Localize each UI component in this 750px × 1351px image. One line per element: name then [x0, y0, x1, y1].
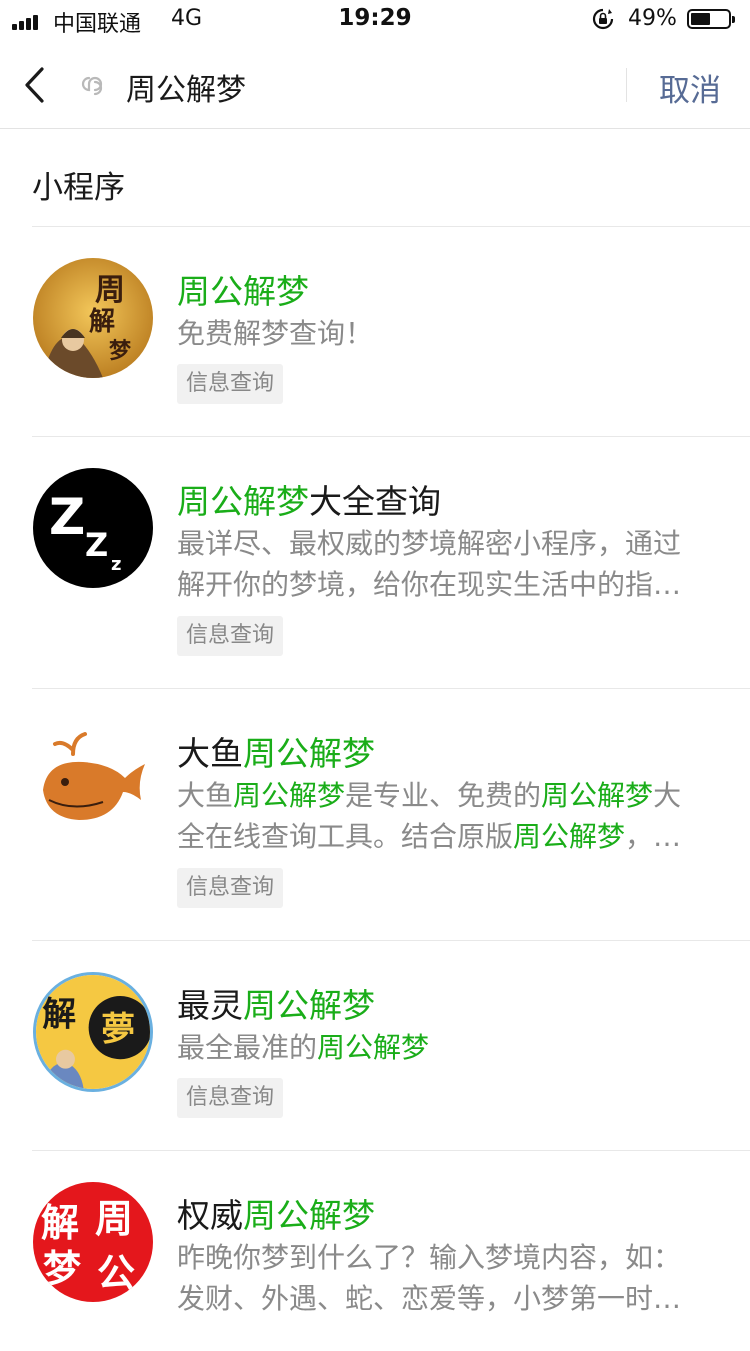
zhougong-portrait-logo: 周 解 梦: [33, 258, 153, 378]
item-description: 最全最准的周公解梦: [177, 1031, 430, 1064]
red-seal-logo: 解 周 梦 公: [33, 1182, 153, 1302]
category-tag: 信息查询: [177, 364, 284, 404]
svg-text:Z: Z: [85, 526, 108, 564]
item-description: 大鱼周公解梦是专业、免费的周公解梦大 全在线查询工具。结合原版周公解梦，…: [177, 779, 682, 853]
category-tag: 信息查询: [177, 616, 284, 656]
avatar-char: 梦: [43, 1246, 81, 1291]
section-title: 小程序: [32, 170, 125, 206]
svg-text:解: 解: [89, 307, 115, 337]
item-title: 最灵周公解梦: [177, 986, 375, 1025]
zzz-sleep-logo: Z Z z: [33, 468, 153, 588]
item-title: 大鱼周公解梦: [177, 734, 375, 773]
rotation-lock-icon: [592, 8, 614, 30]
results-list: 周 解 梦 周公解梦 免费解梦查询！ 信息查询 Z Z z 周公解梦大全查询 最…: [0, 227, 750, 1351]
cancel-button[interactable]: 取消: [659, 65, 721, 110]
item-title: 权威周公解梦: [177, 1196, 375, 1235]
search-navbar: 周公解梦 取消: [0, 40, 750, 129]
svg-text:z: z: [111, 554, 121, 575]
battery-percent: 49%: [628, 6, 677, 31]
status-bar: 中国联通 4G 19:29 49%: [0, 0, 750, 40]
item-title: 周公解梦: [177, 272, 309, 311]
svg-text:周: 周: [95, 273, 125, 308]
battery-icon: [687, 9, 735, 29]
avatar-char: 解: [42, 994, 76, 1034]
svg-text:梦: 梦: [109, 338, 132, 364]
item-title: 周公解梦大全查询: [177, 482, 441, 521]
item-description: 最详尽、最权威的梦境解密小程序，通过 解开你的梦境，给你在现实生活中的指…: [177, 527, 682, 601]
nav-divider: [626, 68, 627, 102]
list-item[interactable]: Z Z z 周公解梦大全查询 最详尽、最权威的梦境解密小程序，通过 解开你的梦境…: [0, 437, 750, 689]
item-description: 免费解梦查询！: [177, 317, 374, 350]
svg-text:Z: Z: [49, 488, 85, 546]
category-tag: 信息查询: [177, 868, 284, 908]
search-input[interactable]: 周公解梦: [126, 65, 246, 109]
category-tag: 信息查询: [177, 1078, 284, 1118]
list-item[interactable]: 解 夢 最灵周公解梦 最全最准的周公解梦 信息查询: [0, 941, 750, 1151]
avatar-char: 周: [95, 1196, 133, 1241]
list-item[interactable]: 大鱼周公解梦 大鱼周公解梦是专业、免费的周公解梦大 全在线查询工具。结合原版周公…: [0, 689, 750, 941]
list-item[interactable]: 解 周 梦 公 权威周公解梦 昨晚你梦到什么了？输入梦境内容，如： 发财、外遇、…: [0, 1151, 750, 1351]
item-description: 昨晚你梦到什么了？输入梦境内容，如： 发财、外遇、蛇、恋爱等，小梦第一时…: [177, 1241, 682, 1315]
avatar-char: 解: [41, 1200, 79, 1245]
avatar-char: 夢: [101, 1008, 135, 1048]
back-arrow-icon[interactable]: [22, 66, 46, 104]
whale-logo: [33, 720, 153, 840]
jie-meng-logo: 解 夢: [33, 972, 153, 1092]
mini-program-icon: [81, 76, 103, 96]
avatar-char: 公: [97, 1250, 135, 1295]
list-item[interactable]: 周 解 梦 周公解梦 免费解梦查询！ 信息查询: [0, 227, 750, 437]
